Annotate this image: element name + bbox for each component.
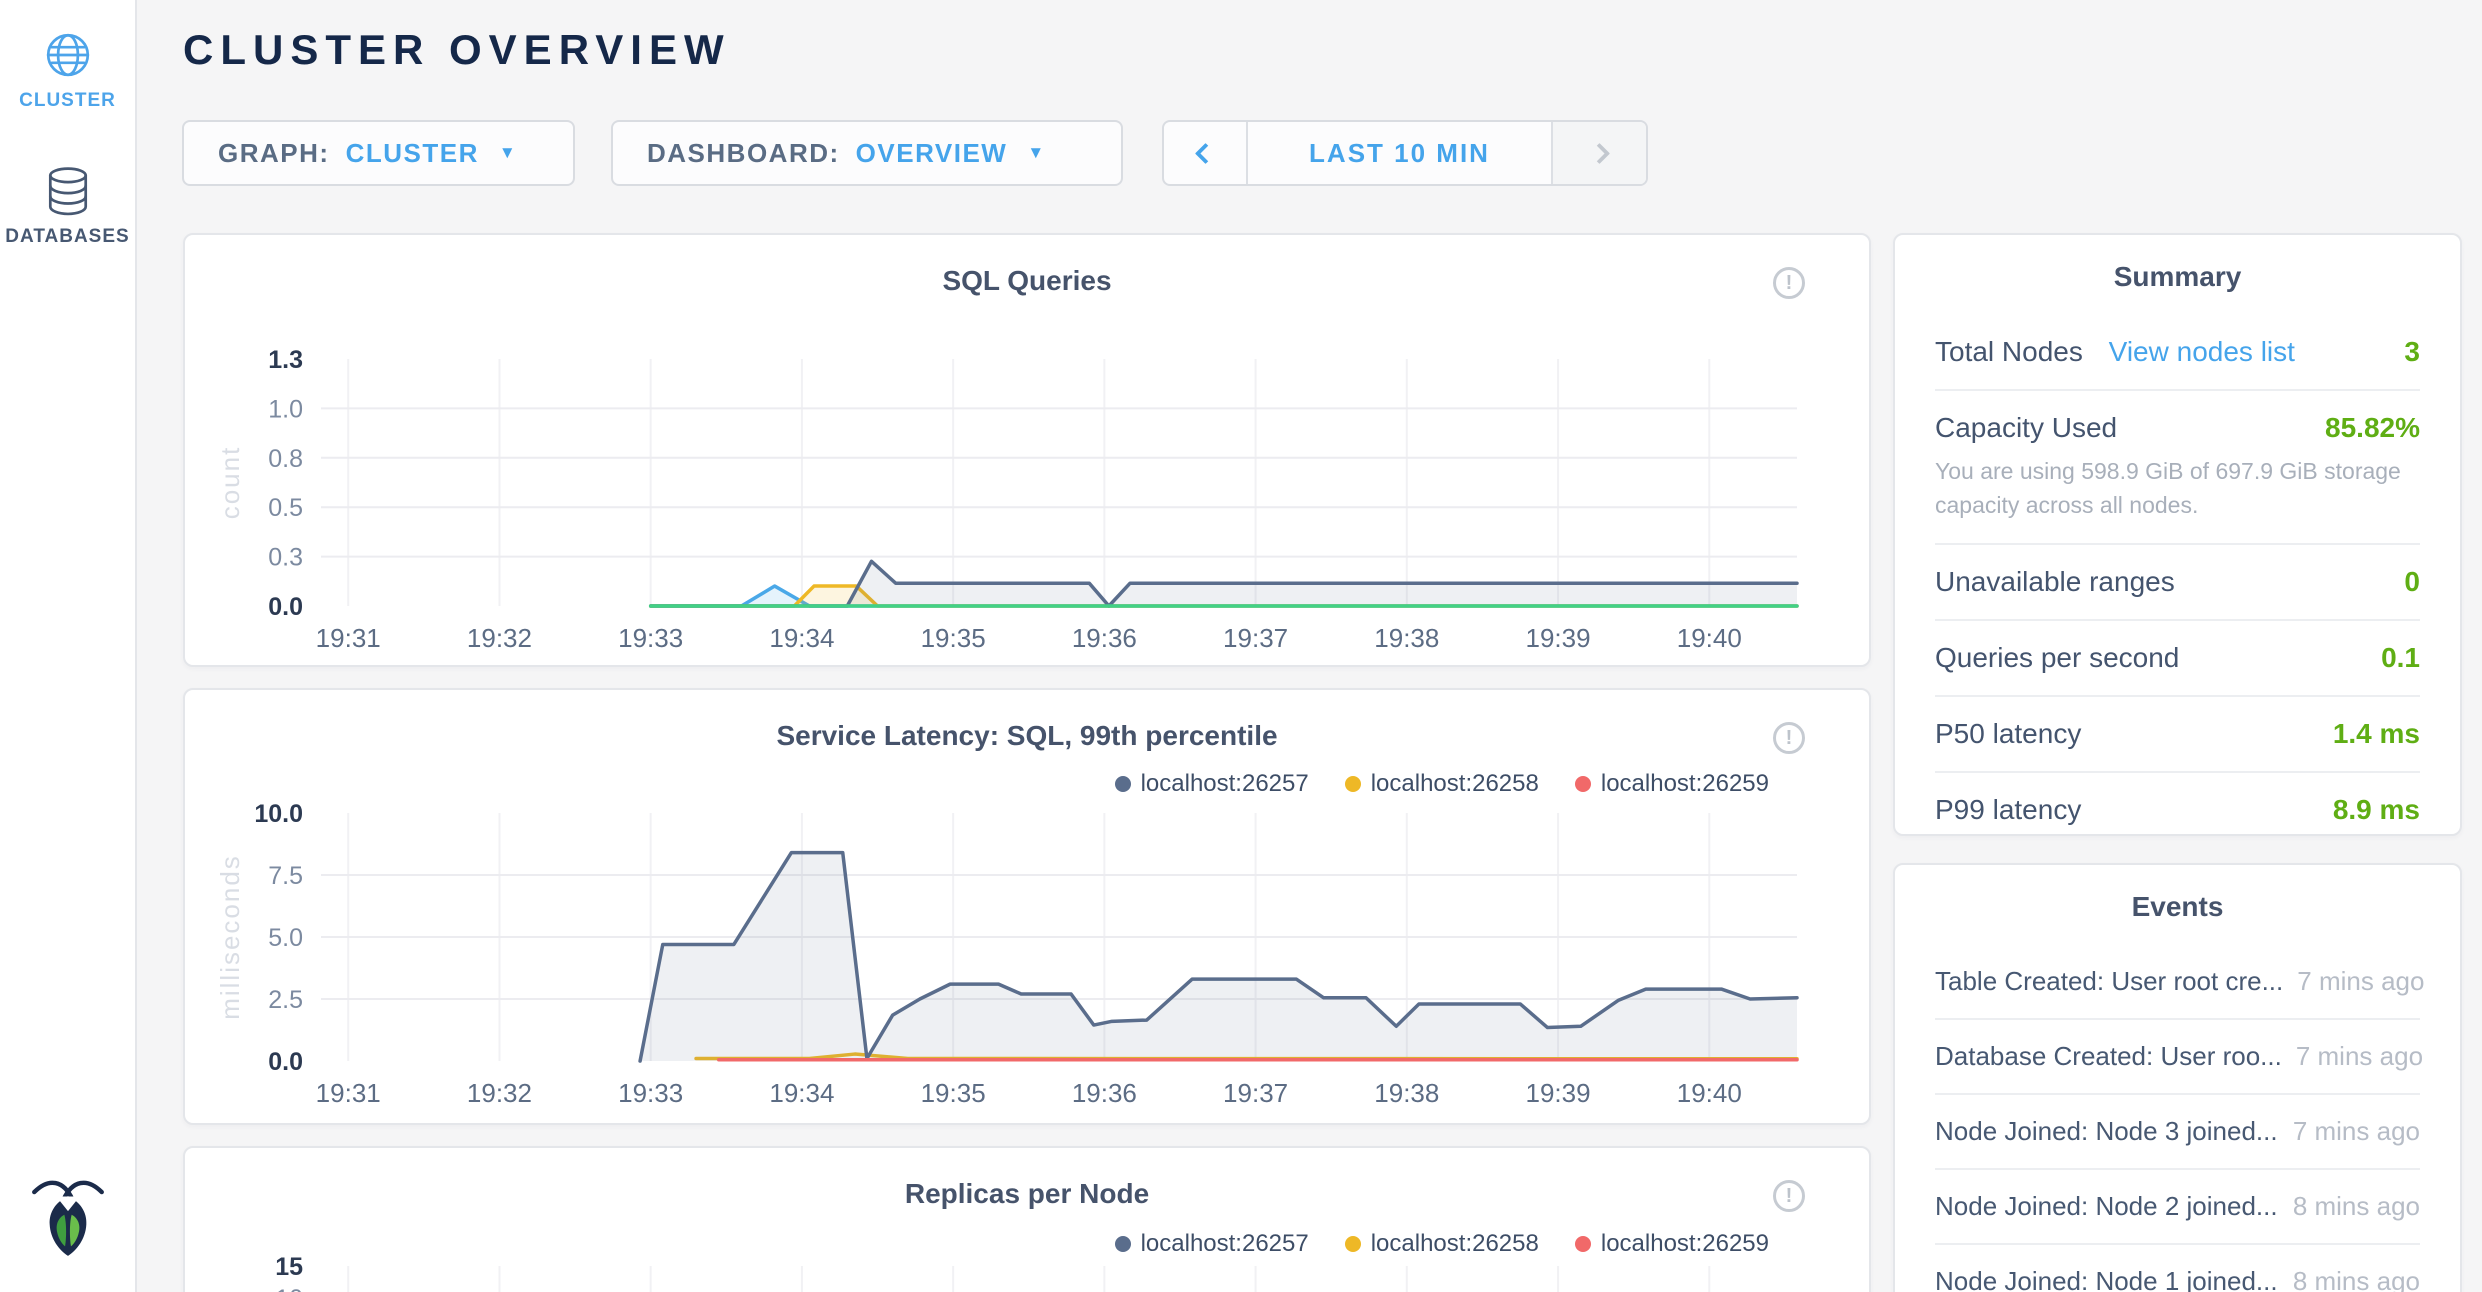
svg-text:19:37: 19:37 bbox=[1223, 623, 1288, 653]
svg-text:19:38: 19:38 bbox=[1374, 1078, 1439, 1108]
svg-text:19:34: 19:34 bbox=[769, 1078, 834, 1108]
time-range-selector: LAST 10 MIN bbox=[1162, 120, 1648, 186]
sidebar-item-label: CLUSTER bbox=[19, 90, 116, 112]
graph-dropdown-label: GRAPH: bbox=[218, 138, 330, 169]
chevron-left-icon bbox=[1194, 142, 1215, 163]
total-nodes-label: Total Nodes bbox=[1935, 336, 2083, 367]
summary-row-qps: Queries per second 0.1 bbox=[1935, 621, 2420, 697]
cluster-globe-icon bbox=[43, 30, 93, 80]
svg-text:0.5: 0.5 bbox=[268, 494, 303, 522]
databases-icon bbox=[45, 166, 91, 216]
svg-text:19:35: 19:35 bbox=[921, 1078, 986, 1108]
summary-row-total-nodes: Total Nodes View nodes list 3 bbox=[1935, 315, 2420, 391]
sidebar-item-cluster[interactable]: CLUSTER bbox=[0, 30, 135, 112]
chevron-down-icon: ▼ bbox=[1027, 143, 1045, 163]
view-nodes-list-link[interactable]: View nodes list bbox=[2109, 336, 2295, 367]
sql-queries-chart-canvas: 0.0 0.3 0.5 0.8 1.0 1.3 19:31 19:32 19:33 19:34 19… bbox=[185, 235, 1873, 669]
event-text: Node Joined: Node 2 joined... bbox=[1935, 1191, 2278, 1222]
events-title: Events bbox=[1895, 865, 2460, 923]
summary-panel: Summary Total Nodes View nodes list 3 Ca… bbox=[1893, 233, 2462, 836]
replicas-per-node-chart-card: Replicas per Node ! localhost:26257local… bbox=[183, 1146, 1871, 1292]
dashboard-dropdown-label: DASHBOARD: bbox=[647, 138, 840, 169]
time-range-prev-button[interactable] bbox=[1164, 122, 1248, 184]
cluster-overview-page: CLUSTER DATABASES bbox=[0, 0, 2482, 1292]
svg-text:count: count bbox=[215, 446, 245, 520]
svg-text:0.0: 0.0 bbox=[268, 1048, 303, 1076]
summary-row-p99: P99 latency 8.9 ms bbox=[1935, 773, 2420, 847]
svg-text:10.0: 10.0 bbox=[254, 800, 303, 828]
summary-row-p50: P50 latency 1.4 ms bbox=[1935, 697, 2420, 773]
svg-text:7.5: 7.5 bbox=[268, 862, 303, 890]
dashboard-dropdown[interactable]: DASHBOARD: OVERVIEW ▼ bbox=[611, 120, 1123, 186]
chevron-down-icon: ▼ bbox=[499, 143, 517, 163]
svg-text:19:31: 19:31 bbox=[316, 623, 381, 653]
chevron-right-icon bbox=[1589, 142, 1610, 163]
svg-text:19:33: 19:33 bbox=[618, 623, 683, 653]
sidebar-item-label: DATABASES bbox=[5, 226, 129, 248]
summary-row-unavailable-ranges: Unavailable ranges 0 bbox=[1935, 545, 2420, 621]
svg-text:19:36: 19:36 bbox=[1072, 623, 1137, 653]
event-row: Database Created: User roo... 7 mins ago bbox=[1935, 1020, 2420, 1095]
capacity-subtext: You are using 598.9 GiB of 697.9 GiB sto… bbox=[1935, 454, 2420, 522]
event-time: 7 mins ago bbox=[2293, 1116, 2420, 1147]
svg-text:19:35: 19:35 bbox=[921, 623, 986, 653]
svg-text:15: 15 bbox=[275, 1253, 303, 1281]
sidebar-item-databases[interactable]: DATABASES bbox=[0, 166, 135, 248]
total-nodes-value: 3 bbox=[2404, 336, 2420, 368]
event-text: Node Joined: Node 1 joined... bbox=[1935, 1266, 2278, 1292]
service-latency-chart-canvas: 0.0 2.5 5.0 7.5 10.0 19:31 19:32 19:33 19:34 19:3… bbox=[185, 690, 1873, 1127]
svg-text:0.8: 0.8 bbox=[268, 445, 303, 473]
time-range-value[interactable]: LAST 10 MIN bbox=[1248, 122, 1551, 184]
event-time: 8 mins ago bbox=[2293, 1266, 2420, 1292]
dashboard-dropdown-value: OVERVIEW bbox=[856, 138, 1008, 169]
sidebar: CLUSTER DATABASES bbox=[0, 0, 137, 1292]
event-row: Table Created: User root cre...7 mins ag… bbox=[1935, 945, 2420, 1020]
svg-text:19:39: 19:39 bbox=[1526, 623, 1591, 653]
service-latency-chart-card: Service Latency: SQL, 99th percentile ! … bbox=[183, 688, 1871, 1125]
svg-text:19:32: 19:32 bbox=[467, 1078, 532, 1108]
event-row: Node Joined: Node 1 joined... 8 mins ago bbox=[1935, 1245, 2420, 1292]
svg-text:1.0: 1.0 bbox=[268, 395, 303, 423]
capacity-value: 85.82% bbox=[2325, 412, 2420, 444]
event-text: Node Joined: Node 3 joined... bbox=[1935, 1116, 2278, 1147]
svg-text:1.3: 1.3 bbox=[268, 346, 303, 374]
event-text: Database Created: User roo... bbox=[1935, 1041, 2282, 1072]
svg-text:19:39: 19:39 bbox=[1526, 1078, 1591, 1108]
graph-dropdown[interactable]: GRAPH: CLUSTER ▼ bbox=[182, 120, 575, 186]
svg-text:5.0: 5.0 bbox=[268, 924, 303, 952]
svg-text:19:40: 19:40 bbox=[1677, 1078, 1742, 1108]
svg-text:milliseconds: milliseconds bbox=[215, 854, 245, 1020]
time-range-next-button[interactable] bbox=[1551, 122, 1646, 184]
event-time: 8 mins ago bbox=[2293, 1191, 2420, 1222]
sql-queries-chart-card: SQL Queries ! 0.00.30.50.81.01.319:3119:… bbox=[183, 233, 1871, 667]
page-title: CLUSTER OVERVIEW bbox=[183, 26, 731, 74]
event-text: Table Created: User root cre... bbox=[1935, 966, 2283, 997]
svg-text:0.3: 0.3 bbox=[268, 544, 303, 572]
summary-title: Summary bbox=[1895, 235, 2460, 293]
svg-text:0.0: 0.0 bbox=[268, 593, 303, 621]
svg-text:19:32: 19:32 bbox=[467, 623, 532, 653]
svg-text:19:31: 19:31 bbox=[316, 1078, 381, 1108]
svg-text:19:37: 19:37 bbox=[1223, 1078, 1288, 1108]
svg-text:10: 10 bbox=[275, 1285, 303, 1292]
svg-text:19:36: 19:36 bbox=[1072, 1078, 1137, 1108]
svg-text:19:40: 19:40 bbox=[1677, 623, 1742, 653]
graph-dropdown-value: CLUSTER bbox=[346, 138, 479, 169]
svg-text:19:38: 19:38 bbox=[1374, 623, 1439, 653]
events-panel: Events Table Created: User root cre...7 … bbox=[1893, 863, 2462, 1292]
event-row: Node Joined: Node 2 joined... 8 mins ago bbox=[1935, 1170, 2420, 1245]
svg-text:19:34: 19:34 bbox=[769, 623, 834, 653]
event-row: Node Joined: Node 3 joined... 7 mins ago bbox=[1935, 1095, 2420, 1170]
event-time: 7 mins ago bbox=[2296, 1041, 2423, 1072]
svg-text:2.5: 2.5 bbox=[268, 986, 303, 1014]
capacity-label: Capacity Used bbox=[1935, 412, 2117, 444]
replicas-per-node-chart-canvas: 1510 bbox=[185, 1148, 1873, 1292]
event-time: 7 mins ago bbox=[2297, 966, 2424, 997]
cockroachdb-logo bbox=[24, 1171, 112, 1268]
summary-row-capacity: Capacity Used 85.82% You are using 598.9… bbox=[1935, 391, 2420, 545]
svg-text:19:33: 19:33 bbox=[618, 1078, 683, 1108]
